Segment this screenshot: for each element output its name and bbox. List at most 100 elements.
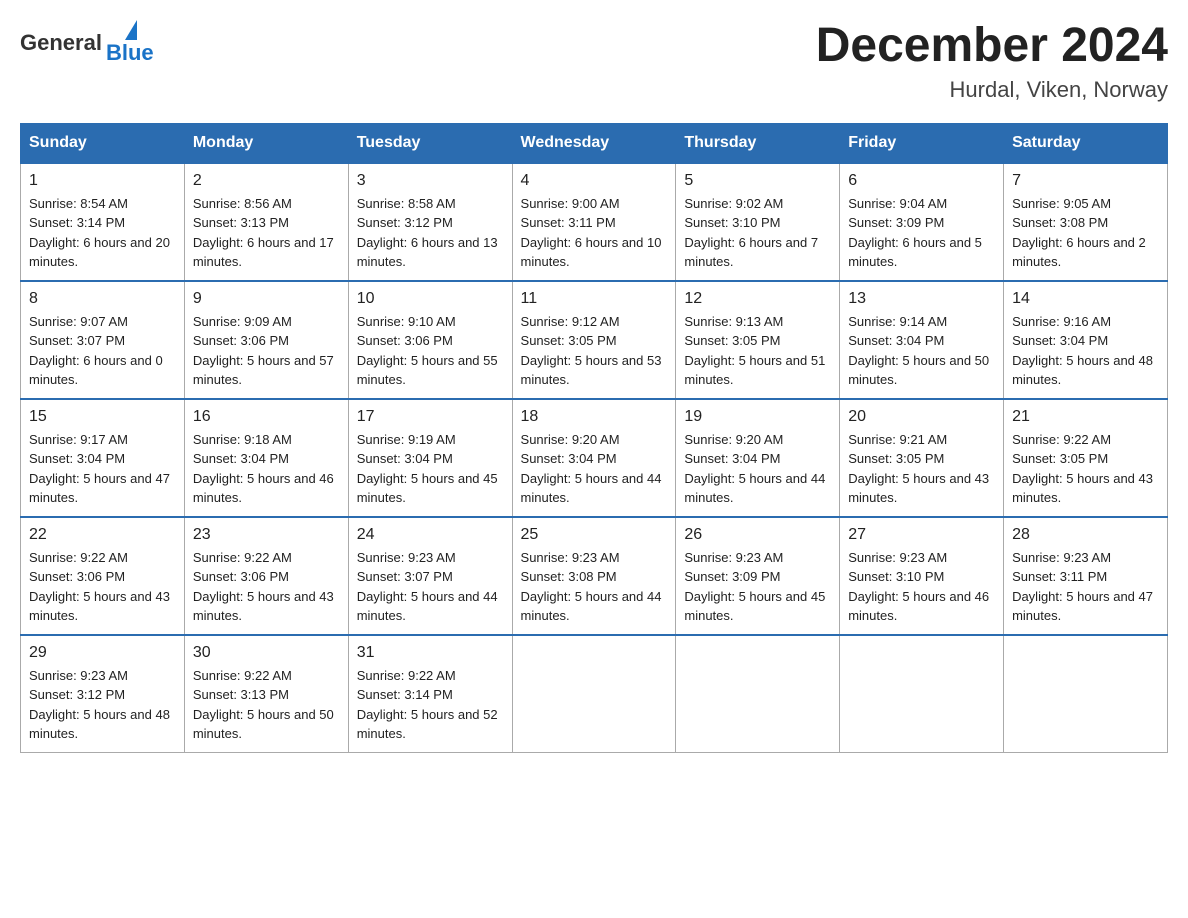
calendar-cell: 2 Sunrise: 8:56 AMSunset: 3:13 PMDaylight…: [184, 163, 348, 281]
day-number: 16: [193, 408, 340, 426]
day-info: Sunrise: 9:22 AMSunset: 3:06 PMDaylight:…: [29, 548, 176, 626]
day-number: 27: [848, 526, 995, 544]
day-info: Sunrise: 9:02 AMSunset: 3:10 PMDaylight:…: [684, 194, 831, 272]
weekday-header-thursday: Thursday: [676, 123, 840, 163]
calendar-cell: 30 Sunrise: 9:22 AMSunset: 3:13 PMDayligh…: [184, 635, 348, 753]
weekday-header-saturday: Saturday: [1004, 123, 1168, 163]
day-number: 11: [521, 290, 668, 308]
day-info: Sunrise: 9:04 AMSunset: 3:09 PMDaylight:…: [848, 194, 995, 272]
weekday-header-row: SundayMondayTuesdayWednesdayThursdayFrid…: [21, 123, 1168, 163]
calendar-cell: 7 Sunrise: 9:05 AMSunset: 3:08 PMDaylight…: [1004, 163, 1168, 281]
day-info: Sunrise: 9:23 AMSunset: 3:11 PMDaylight:…: [1012, 548, 1159, 626]
day-number: 9: [193, 290, 340, 308]
calendar-table: SundayMondayTuesdayWednesdayThursdayFrid…: [20, 123, 1168, 753]
day-info: Sunrise: 8:54 AMSunset: 3:14 PMDaylight:…: [29, 194, 176, 272]
weekday-header-sunday: Sunday: [21, 123, 185, 163]
calendar-week-row: 15 Sunrise: 9:17 AMSunset: 3:04 PMDayligh…: [21, 399, 1168, 517]
calendar-cell: 6 Sunrise: 9:04 AMSunset: 3:09 PMDaylight…: [840, 163, 1004, 281]
calendar-cell: 3 Sunrise: 8:58 AMSunset: 3:12 PMDaylight…: [348, 163, 512, 281]
day-info: Sunrise: 9:22 AMSunset: 3:05 PMDaylight:…: [1012, 430, 1159, 508]
day-number: 12: [684, 290, 831, 308]
day-number: 23: [193, 526, 340, 544]
calendar-cell: [1004, 635, 1168, 753]
day-number: 7: [1012, 172, 1159, 190]
day-info: Sunrise: 9:19 AMSunset: 3:04 PMDaylight:…: [357, 430, 504, 508]
logo: General Blue: [20, 20, 154, 66]
calendar-cell: [676, 635, 840, 753]
day-number: 8: [29, 290, 176, 308]
calendar-cell: 1 Sunrise: 8:54 AMSunset: 3:14 PMDaylight…: [21, 163, 185, 281]
logo-text-blue: Blue: [106, 40, 154, 66]
day-info: Sunrise: 9:20 AMSunset: 3:04 PMDaylight:…: [521, 430, 668, 508]
calendar-cell: 24Sunrise: 9:23 AMSunset: 3:07 PMDayligh…: [348, 517, 512, 635]
day-info: Sunrise: 9:05 AMSunset: 3:08 PMDaylight:…: [1012, 194, 1159, 272]
calendar-cell: [840, 635, 1004, 753]
calendar-cell: 10 Sunrise: 9:10 AMSunset: 3:06 PMDayligh…: [348, 281, 512, 399]
day-info: Sunrise: 9:14 AMSunset: 3:04 PMDaylight:…: [848, 312, 995, 390]
day-info: Sunrise: 8:58 AMSunset: 3:12 PMDaylight:…: [357, 194, 504, 272]
calendar-cell: 13 Sunrise: 9:14 AMSunset: 3:04 PMDayligh…: [840, 281, 1004, 399]
day-number: 15: [29, 408, 176, 426]
day-info: Sunrise: 9:22 AMSunset: 3:06 PMDaylight:…: [193, 548, 340, 626]
day-info: Sunrise: 9:22 AMSunset: 3:13 PMDaylight:…: [193, 666, 340, 744]
day-info: Sunrise: 9:22 AMSunset: 3:14 PMDaylight:…: [357, 666, 504, 744]
day-info: Sunrise: 9:17 AMSunset: 3:04 PMDaylight:…: [29, 430, 176, 508]
day-info: Sunrise: 9:23 AMSunset: 3:10 PMDaylight:…: [848, 548, 995, 626]
calendar-cell: 16 Sunrise: 9:18 AMSunset: 3:04 PMDayligh…: [184, 399, 348, 517]
day-number: 3: [357, 172, 504, 190]
calendar-cell: 22 Sunrise: 9:22 AMSunset: 3:06 PMDayligh…: [21, 517, 185, 635]
day-number: 4: [521, 172, 668, 190]
day-info: Sunrise: 9:20 AMSunset: 3:04 PMDaylight:…: [684, 430, 831, 508]
day-number: 29: [29, 644, 176, 662]
day-number: 14: [1012, 290, 1159, 308]
calendar-cell: 18Sunrise: 9:20 AMSunset: 3:04 PMDayligh…: [512, 399, 676, 517]
day-number: 13: [848, 290, 995, 308]
calendar-cell: 31 Sunrise: 9:22 AMSunset: 3:14 PMDayligh…: [348, 635, 512, 753]
day-info: Sunrise: 9:12 AMSunset: 3:05 PMDaylight:…: [521, 312, 668, 390]
calendar-cell: 5 Sunrise: 9:02 AMSunset: 3:10 PMDaylight…: [676, 163, 840, 281]
calendar-cell: 23 Sunrise: 9:22 AMSunset: 3:06 PMDayligh…: [184, 517, 348, 635]
day-number: 1: [29, 172, 176, 190]
calendar-cell: 29 Sunrise: 9:23 AMSunset: 3:12 PMDayligh…: [21, 635, 185, 753]
calendar-week-row: 22 Sunrise: 9:22 AMSunset: 3:06 PMDayligh…: [21, 517, 1168, 635]
day-info: Sunrise: 9:00 AMSunset: 3:11 PMDaylight:…: [521, 194, 668, 272]
calendar-cell: 14 Sunrise: 9:16 AMSunset: 3:04 PMDayligh…: [1004, 281, 1168, 399]
day-number: 20: [848, 408, 995, 426]
page-header: General Blue December 2024 Hurdal, Viken…: [20, 20, 1168, 103]
day-number: 6: [848, 172, 995, 190]
day-info: Sunrise: 9:09 AMSunset: 3:06 PMDaylight:…: [193, 312, 340, 390]
calendar-cell: 26Sunrise: 9:23 AMSunset: 3:09 PMDayligh…: [676, 517, 840, 635]
day-info: Sunrise: 9:07 AMSunset: 3:07 PMDaylight:…: [29, 312, 176, 390]
day-info: Sunrise: 9:16 AMSunset: 3:04 PMDaylight:…: [1012, 312, 1159, 390]
weekday-header-friday: Friday: [840, 123, 1004, 163]
day-number: 24: [357, 526, 504, 544]
day-number: 30: [193, 644, 340, 662]
month-title: December 2024: [816, 20, 1168, 73]
day-number: 22: [29, 526, 176, 544]
calendar-week-row: 1 Sunrise: 8:54 AMSunset: 3:14 PMDaylight…: [21, 163, 1168, 281]
calendar-cell: 28Sunrise: 9:23 AMSunset: 3:11 PMDayligh…: [1004, 517, 1168, 635]
day-number: 25: [521, 526, 668, 544]
day-number: 5: [684, 172, 831, 190]
day-info: Sunrise: 8:56 AMSunset: 3:13 PMDaylight:…: [193, 194, 340, 272]
day-info: Sunrise: 9:18 AMSunset: 3:04 PMDaylight:…: [193, 430, 340, 508]
calendar-cell: 12 Sunrise: 9:13 AMSunset: 3:05 PMDayligh…: [676, 281, 840, 399]
day-number: 2: [193, 172, 340, 190]
day-number: 31: [357, 644, 504, 662]
calendar-cell: 25Sunrise: 9:23 AMSunset: 3:08 PMDayligh…: [512, 517, 676, 635]
calendar-cell: 27 Sunrise: 9:23 AMSunset: 3:10 PMDayligh…: [840, 517, 1004, 635]
calendar-cell: 9 Sunrise: 9:09 AMSunset: 3:06 PMDaylight…: [184, 281, 348, 399]
day-number: 21: [1012, 408, 1159, 426]
day-number: 26: [684, 526, 831, 544]
calendar-cell: 21 Sunrise: 9:22 AMSunset: 3:05 PMDayligh…: [1004, 399, 1168, 517]
logo-text-general: General: [20, 30, 102, 56]
day-info: Sunrise: 9:10 AMSunset: 3:06 PMDaylight:…: [357, 312, 504, 390]
calendar-cell: 19Sunrise: 9:20 AMSunset: 3:04 PMDayligh…: [676, 399, 840, 517]
calendar-week-row: 29 Sunrise: 9:23 AMSunset: 3:12 PMDayligh…: [21, 635, 1168, 753]
day-number: 10: [357, 290, 504, 308]
calendar-week-row: 8 Sunrise: 9:07 AMSunset: 3:07 PMDaylight…: [21, 281, 1168, 399]
day-info: Sunrise: 9:13 AMSunset: 3:05 PMDaylight:…: [684, 312, 831, 390]
weekday-header-wednesday: Wednesday: [512, 123, 676, 163]
day-info: Sunrise: 9:23 AMSunset: 3:12 PMDaylight:…: [29, 666, 176, 744]
title-block: December 2024 Hurdal, Viken, Norway: [816, 20, 1168, 103]
